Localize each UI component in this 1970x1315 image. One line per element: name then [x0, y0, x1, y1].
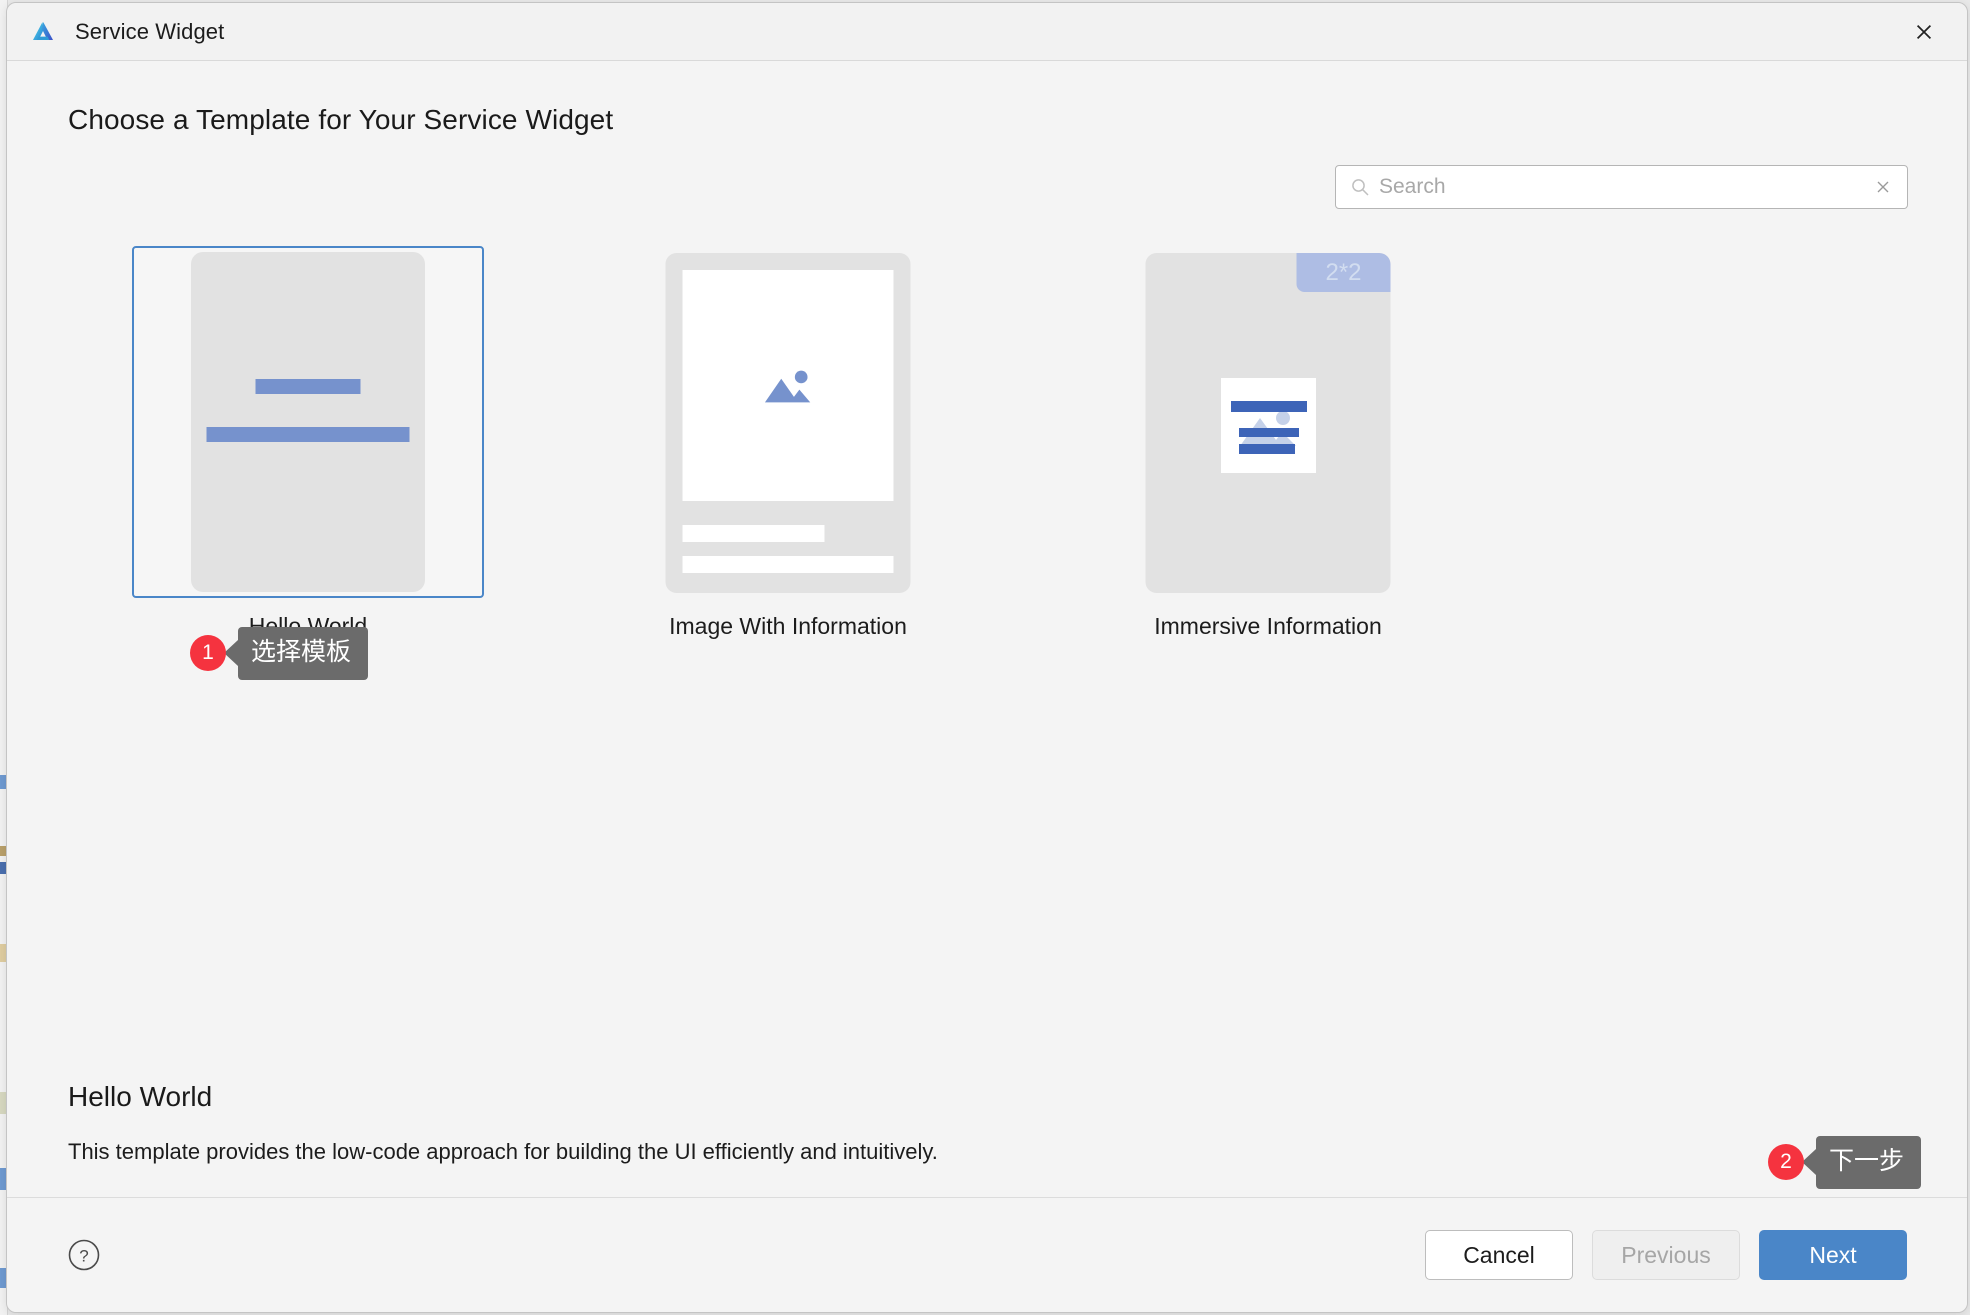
question-mark-circle-icon[interactable]: ? [67, 1238, 101, 1272]
template-thumb-image-with-information[interactable] [612, 246, 964, 598]
template-gallery: Hello World Image With Information 2*2 I… [68, 246, 1908, 640]
template-preview-bar [206, 427, 410, 442]
annotation-tooltip-1: 1 选择模板 [190, 627, 369, 680]
window-title: Service Widget [75, 18, 225, 44]
search-clear-icon[interactable] [1871, 175, 1895, 199]
tooltip-arrow-icon [224, 640, 238, 667]
svg-text:?: ? [79, 1247, 88, 1266]
template-label: Image With Information [669, 613, 907, 639]
template-preview-panel [665, 253, 911, 593]
template-preview-bar [1230, 401, 1307, 412]
title-bar: Service Widget [7, 3, 1967, 61]
annotation-tooltip-2: 2 下一步 [1768, 1136, 1922, 1189]
search-icon [1350, 177, 1370, 197]
search-input[interactable] [1379, 175, 1871, 199]
template-preview-bar [1238, 444, 1295, 454]
template-preview-panel [191, 252, 425, 592]
annotation-tooltip-text: 选择模板 [238, 627, 369, 680]
template-preview-inner-card [1220, 378, 1316, 473]
template-preview-bar [255, 379, 361, 394]
template-thumb-immersive-information[interactable]: 2*2 [1092, 246, 1444, 598]
template-label: Immersive Information [1154, 613, 1382, 639]
tooltip-arrow-icon [1802, 1149, 1816, 1176]
annotation-tooltip-text: 下一步 [1816, 1136, 1922, 1189]
template-preview-bar [1238, 428, 1299, 437]
description-text: This template provides the low-code appr… [68, 1139, 938, 1164]
dialog-footer: ? Cancel Previous Next [7, 1197, 1967, 1312]
close-icon[interactable] [1895, 7, 1953, 57]
template-preview-text-line [682, 556, 894, 573]
picture-icon [1239, 411, 1296, 446]
page-title: Choose a Template for Your Service Widge… [68, 104, 614, 135]
description-title: Hello World [68, 1081, 213, 1112]
template-card-image-with-information[interactable]: Image With Information [548, 246, 1028, 640]
picture-icon [764, 370, 810, 402]
widget-size-badge: 2*2 [1296, 253, 1391, 292]
cancel-button[interactable]: Cancel [1425, 1230, 1573, 1280]
deveco-a-logo-icon [29, 18, 57, 46]
template-preview-text-line [682, 525, 825, 542]
annotation-step-badge: 2 [1768, 1144, 1804, 1181]
template-preview-image-area [682, 270, 894, 501]
template-description: Hello World This template provides the l… [68, 1081, 938, 1165]
previous-button: Previous [1592, 1230, 1740, 1280]
annotation-step-badge: 1 [190, 635, 226, 672]
template-card-immersive-information[interactable]: 2*2 Immersive Information [1028, 246, 1508, 640]
next-button[interactable]: Next [1759, 1230, 1907, 1280]
template-card-hello-world[interactable]: Hello World [68, 246, 548, 640]
search-box[interactable] [1335, 165, 1908, 209]
template-preview-panel: 2*2 [1145, 253, 1391, 593]
template-thumb-hello-world[interactable] [132, 246, 484, 598]
